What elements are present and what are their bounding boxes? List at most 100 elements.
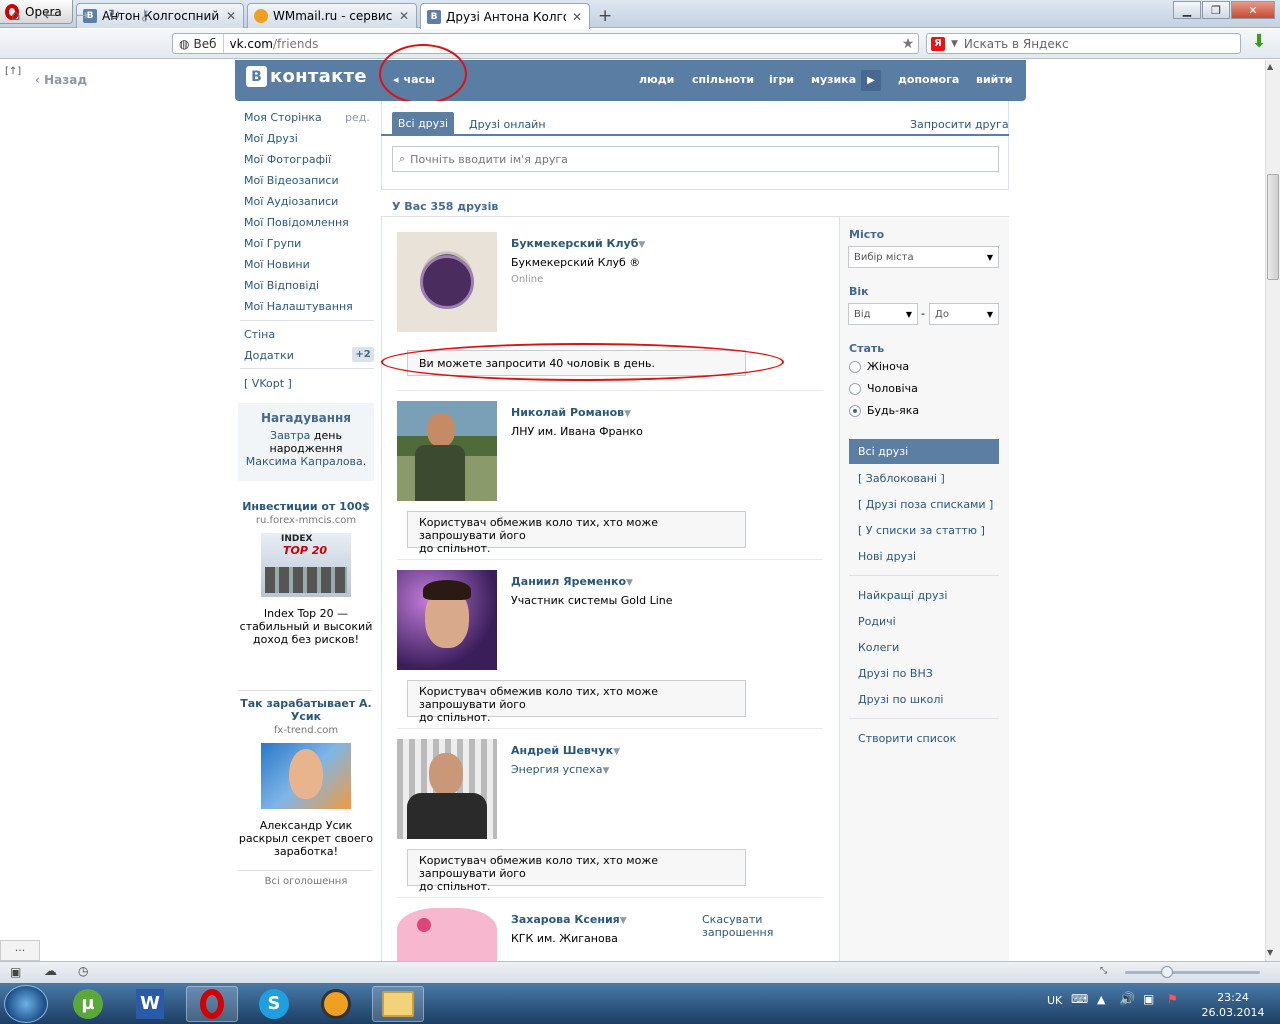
address-bar[interactable]: ◍ Веб vk.com/friends ★	[172, 33, 919, 54]
nav-games[interactable]: ігри	[769, 73, 794, 86]
close-tab-icon[interactable]: ✕	[398, 9, 410, 23]
menu-vkopt[interactable]: [ VKopt ]	[244, 377, 292, 390]
reload-icon[interactable]: ↻	[108, 6, 121, 24]
ad-image[interactable]: INDEX TOP 20	[261, 533, 351, 597]
tab-friends[interactable]: В Друзі Антона Колгоспн... ✕	[420, 3, 590, 29]
friend-name[interactable]: Букмекерский Клуб▼	[511, 237, 645, 250]
scroll-thumb[interactable]	[1267, 174, 1279, 280]
edit-link[interactable]: ред.	[345, 111, 370, 124]
friend-name[interactable]: Андрей Шевчук▼	[511, 744, 620, 757]
skype-icon[interactable]: S	[248, 986, 300, 1022]
menu-apps[interactable]: Додатки	[244, 349, 294, 362]
play-icon[interactable]: ▶	[861, 70, 881, 91]
back-top-label[interactable]: [↑]	[5, 66, 21, 77]
minimize-icon[interactable]: ▁	[1173, 1, 1201, 19]
url-text[interactable]: vk.com/friends	[224, 37, 899, 51]
menu-my-answers[interactable]: Мої Відповіді	[244, 279, 319, 292]
menu-my-friends[interactable]: Мої Друзі	[244, 132, 298, 145]
explorer-icon[interactable]	[372, 986, 424, 1022]
menu-wall[interactable]: Стіна	[244, 328, 275, 341]
key-icon[interactable]: ⚷	[139, 6, 150, 24]
age-to-select[interactable]: До ▼	[929, 303, 999, 325]
bookmark-star-icon[interactable]: ★	[898, 36, 918, 52]
search-engine-dropdown-icon[interactable]: ▼	[951, 39, 958, 49]
dropdown-arrow-icon[interactable]: ▼	[624, 409, 631, 419]
nav-communities[interactable]: спільноти	[692, 73, 754, 86]
word-icon[interactable]: W	[124, 986, 176, 1022]
friend-name[interactable]: Захарова Ксения▼	[511, 913, 627, 926]
menu-my-messages[interactable]: Мої Повідомлення	[244, 216, 349, 229]
menu-my-page[interactable]: Моя Сторінка	[244, 111, 322, 124]
friend-name[interactable]: Николай Романов▼	[511, 406, 631, 419]
ad-block[interactable]: Инвестиции от 100$ ru.forex-mmcis.com IN…	[238, 500, 374, 646]
nav-logout[interactable]: вийти	[976, 73, 1012, 86]
opera-taskbar-icon[interactable]	[186, 986, 238, 1022]
menu-my-news[interactable]: Мої Новини	[244, 258, 310, 271]
restore-icon[interactable]: ❐	[1202, 1, 1230, 19]
list-new-friends[interactable]: Нові друзі	[858, 550, 916, 563]
dropdown-arrow-icon[interactable]: ▼	[602, 766, 609, 776]
list-colleagues[interactable]: Колеги	[858, 641, 899, 654]
invite-friend-link[interactable]: Запросити друга	[910, 118, 1009, 131]
scroll-down-icon[interactable]: ▼	[1267, 948, 1273, 957]
sex-option-female[interactable]: Жіноча	[849, 360, 909, 373]
nav-music[interactable]: музика	[811, 73, 856, 86]
list-university[interactable]: Друзі по ВНЗ	[858, 667, 933, 680]
reminder-person-link[interactable]: Максима Капралова	[246, 455, 363, 468]
new-tab-icon[interactable]: +	[598, 6, 612, 26]
tab-all-friends[interactable]: Всі друзі	[392, 112, 454, 136]
tab-profile[interactable]: В Антон Колгоспний ✕	[76, 3, 244, 28]
menu-my-audio[interactable]: Мої Аудіозаписи	[244, 195, 338, 208]
friend-avatar[interactable]	[397, 739, 497, 839]
menu-my-photos[interactable]: Мої Фотографії	[244, 153, 331, 166]
all-ads-link[interactable]: Всі оголошення	[238, 876, 374, 887]
list-all-friends[interactable]: Всі друзі	[849, 439, 999, 464]
web-badge[interactable]: ◍ Веб	[173, 34, 224, 53]
yandex-search-box[interactable]: Я ▼ Искать в Яндекс	[926, 33, 1241, 54]
forward-arrow-icon[interactable]: →	[76, 6, 89, 24]
list-blocked[interactable]: [ Заблоковані ]	[858, 472, 945, 485]
language-indicator[interactable]: UK	[1047, 994, 1062, 1007]
cloud-icon[interactable]: ☁	[44, 964, 57, 979]
close-tab-icon[interactable]: ✕	[225, 9, 237, 23]
friend-avatar[interactable]	[397, 570, 497, 670]
tab-wmmail[interactable]: WMmail.ru - сервис п... ✕	[247, 3, 417, 28]
aimp-icon[interactable]	[310, 986, 362, 1022]
friend-subtitle[interactable]: Энергия успеха▼	[511, 763, 609, 776]
nav-people[interactable]: люди	[639, 73, 674, 86]
download-icon[interactable]: ⬇	[1249, 33, 1269, 53]
ad-title[interactable]: Инвестиции от 100$	[238, 500, 374, 513]
friend-avatar[interactable]	[397, 401, 497, 501]
speed-dial-icon[interactable]: ◷	[78, 964, 88, 978]
sex-option-male[interactable]: Чоловіча	[849, 382, 918, 395]
nav-help[interactable]: допомога	[898, 73, 959, 86]
close-window-icon[interactable]: ✕	[1231, 1, 1275, 19]
volume-icon[interactable]: 🔊	[1119, 992, 1135, 1007]
utorrent-icon[interactable]: µ	[62, 986, 114, 1022]
list-by-gender[interactable]: [ У списки за статтю ]	[858, 524, 985, 537]
fit-icon[interactable]: ⤡	[1100, 966, 1107, 976]
list-unlisted[interactable]: [ Друзі поза списками ]	[858, 498, 993, 511]
reminder-tomorrow-link[interactable]: Завтра	[270, 429, 310, 442]
scroll-up-icon[interactable]: ▲	[1267, 62, 1273, 71]
list-school[interactable]: Друзі по школі	[858, 693, 943, 706]
vk-logo[interactable]: В контакте	[246, 66, 367, 87]
dropdown-arrow-icon[interactable]: ▼	[638, 240, 645, 250]
start-button-icon[interactable]	[4, 985, 48, 1023]
dropdown-arrow-icon[interactable]: ▼	[626, 578, 633, 588]
back-link[interactable]: ‹ Назад	[35, 73, 87, 87]
age-from-select[interactable]: Від ▼	[848, 303, 918, 325]
action-center-icon[interactable]: ⚑	[1167, 992, 1178, 1006]
zoom-slider-thumb[interactable]	[1161, 966, 1173, 978]
ad-block[interactable]: Так зарабатывает А. Усик fx-trend.com Ал…	[238, 697, 374, 858]
create-list-link[interactable]: Створити список	[858, 732, 956, 745]
friend-name[interactable]: Даниил Яременко▼	[511, 575, 633, 588]
system-clock[interactable]: 23:24 26.03.2014	[1197, 990, 1269, 1020]
friend-avatar[interactable]	[397, 232, 497, 332]
dropdown-arrow-icon[interactable]: ▼	[613, 747, 620, 757]
menu-my-settings[interactable]: Мої Налаштування	[244, 300, 353, 313]
zoom-slider[interactable]	[1125, 971, 1260, 974]
list-relatives[interactable]: Родичі	[858, 615, 896, 628]
menu-my-videos[interactable]: Мої Відеозаписи	[244, 174, 339, 187]
panel-icon[interactable]: ▣	[10, 965, 21, 979]
